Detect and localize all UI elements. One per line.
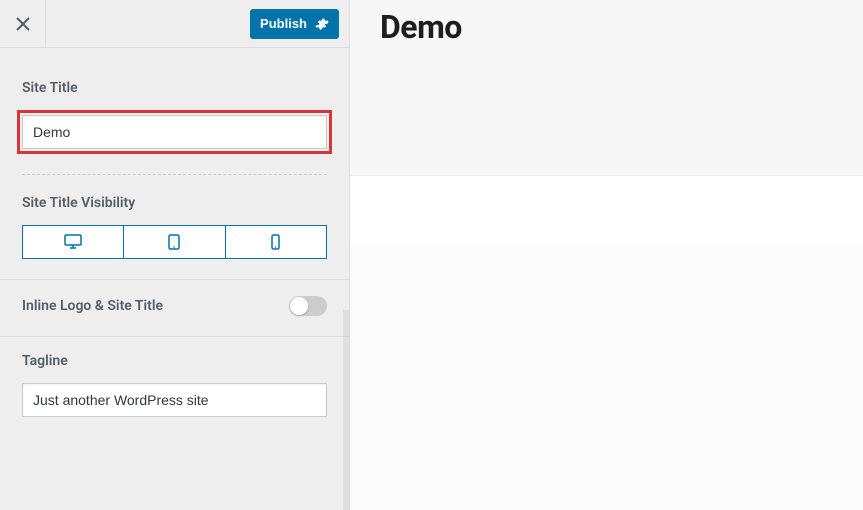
customizer-sidebar: Publish Site Title Site Title Visibility bbox=[0, 0, 350, 510]
visibility-label: Site Title Visibility bbox=[22, 195, 327, 211]
site-title-highlight bbox=[17, 110, 332, 154]
publish-label: Publish bbox=[260, 16, 307, 31]
divider bbox=[22, 174, 327, 175]
scrollbar[interactable] bbox=[343, 310, 349, 510]
toggle-knob bbox=[290, 297, 308, 315]
site-title-section: Site Title Site Title Visibility bbox=[0, 48, 349, 280]
close-button[interactable] bbox=[0, 0, 46, 48]
mobile-icon bbox=[271, 234, 280, 250]
preview-body-bottom bbox=[350, 246, 863, 510]
inline-logo-section: Inline Logo & Site Title bbox=[0, 280, 349, 337]
desktop-icon bbox=[64, 234, 82, 250]
site-title-input[interactable] bbox=[22, 115, 327, 149]
preview-body-top bbox=[350, 176, 863, 246]
visibility-toggle-group bbox=[22, 225, 327, 259]
publish-button[interactable]: Publish bbox=[250, 9, 339, 39]
visibility-tablet-button[interactable] bbox=[124, 226, 225, 258]
preview-header: Demo bbox=[350, 0, 863, 176]
topbar: Publish bbox=[0, 0, 349, 48]
tagline-label: Tagline bbox=[22, 353, 327, 369]
close-icon bbox=[15, 16, 31, 32]
tagline-section: Tagline bbox=[0, 337, 349, 437]
tablet-icon bbox=[168, 234, 180, 250]
gear-icon bbox=[315, 17, 329, 31]
inline-logo-toggle[interactable] bbox=[289, 296, 327, 316]
site-title-label: Site Title bbox=[22, 80, 327, 96]
visibility-mobile-button[interactable] bbox=[226, 226, 326, 258]
visibility-desktop-button[interactable] bbox=[23, 226, 124, 258]
tagline-input[interactable] bbox=[22, 383, 327, 417]
inline-logo-label: Inline Logo & Site Title bbox=[22, 298, 163, 314]
site-preview: Demo bbox=[350, 0, 863, 510]
preview-site-title: Demo bbox=[380, 8, 462, 46]
